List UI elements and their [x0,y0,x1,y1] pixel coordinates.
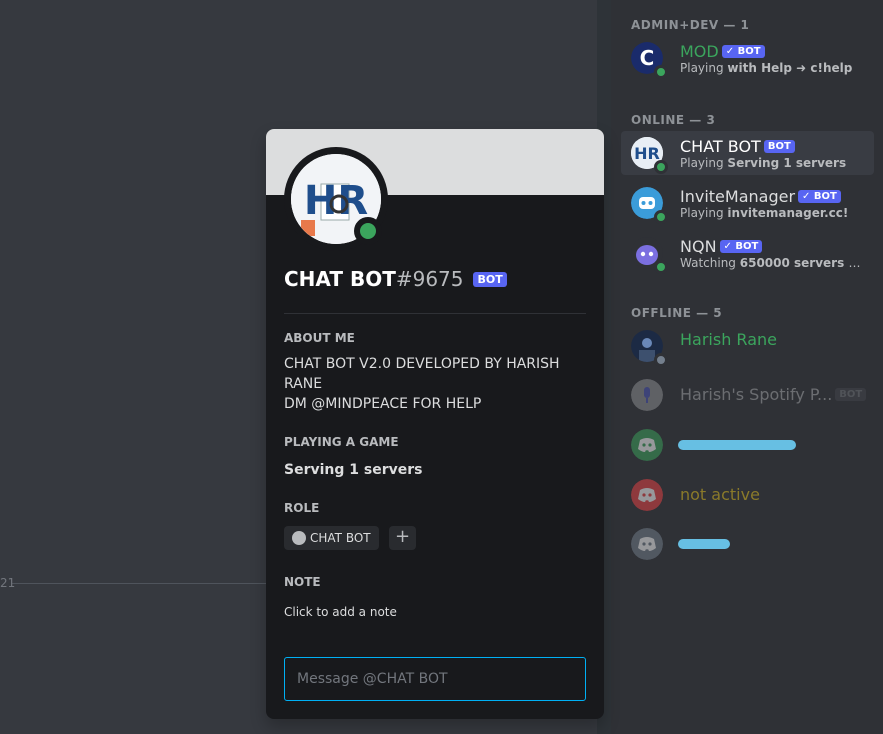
member-mod[interactable]: C MOD ✓ BOT Playing with Help ➜ c!help [621,36,874,80]
member-spotify-bot[interactable]: Harish's Spotify P... BOT [621,373,874,417]
member-hidden-2[interactable] [621,522,874,566]
about-me-text: CHAT BOT V2.0 DEVELOPED BY HARISH RANE D… [284,356,560,412]
offline-status-icon [654,353,668,367]
role-pill[interactable]: CHAT BOT [284,526,379,550]
online-status-icon [654,65,668,79]
member-name: MOD ✓ BOT [680,42,765,61]
member-activity: Playing with Help ➜ c!help [680,61,853,75]
svg-text:C: C [640,46,655,70]
discord-icon [631,429,663,461]
online-status-icon [354,217,382,245]
redacted-name [678,440,796,450]
note-input[interactable]: Click to add a note [284,602,397,622]
message-input[interactable] [284,657,586,701]
member-chat-bot[interactable]: HR CHAT BOT BOT Playing Serving 1 servers [621,131,874,175]
member-list: ADMIN+DEV — 1 C MOD ✓ BOT Playing with He… [611,0,883,734]
add-role-button[interactable]: + [389,526,416,550]
member-name: Harish Rane [680,330,777,349]
section-admin-dev: ADMIN+DEV — 1 [631,18,750,32]
avatar [631,379,663,411]
member-activity: Playing Serving 1 servers [680,156,847,170]
note-heading: NOTE [284,575,321,589]
playing-value: Serving 1 servers [284,462,423,478]
member-nqn[interactable]: NQN ✓ BOT Watching 650000 servers an... [621,231,874,275]
member-hidden-1[interactable] [621,423,874,467]
member-name: Harish's Spotify P... BOT [680,385,867,404]
date-divider-label: 21 [0,576,16,590]
member-activity: Playing invitemanager.cc! [680,206,849,220]
redacted-name [678,539,730,549]
online-status-icon [654,210,668,224]
member-invitemanager[interactable]: InviteManager ✓ BOT Playing invitemanager… [621,181,874,225]
discord-icon [631,479,663,511]
svg-text:HR: HR [634,144,660,163]
member-name: CHAT BOT BOT [680,137,795,156]
member-harish-rane[interactable]: Harish Rane [621,324,874,368]
member-not-active[interactable]: not active [621,473,874,517]
online-status-icon [654,260,668,274]
section-online: ONLINE — 3 [631,113,716,127]
discord-icon [631,528,663,560]
member-name: InviteManager ✓ BOT [680,187,841,206]
member-activity: Watching 650000 servers an... [680,256,865,270]
about-me-heading: ABOUT ME [284,331,355,345]
member-name: not active [680,485,760,504]
svg-text:HR: HR [304,178,368,224]
role-color-icon[interactable] [292,531,306,545]
playing-heading: PLAYING A GAME [284,435,399,449]
online-status-icon [654,160,668,174]
role-heading: ROLE [284,501,320,515]
profile-username: CHAT BOT#9675 BOT [284,267,507,291]
section-offline: OFFLINE — 5 [631,306,723,320]
profile-separator [284,313,586,314]
member-name: NQN ✓ BOT [680,237,763,256]
user-profile-popout: HR CHAT BOT#9675 BOT ABOUT ME CHAT BOT V… [266,129,604,719]
